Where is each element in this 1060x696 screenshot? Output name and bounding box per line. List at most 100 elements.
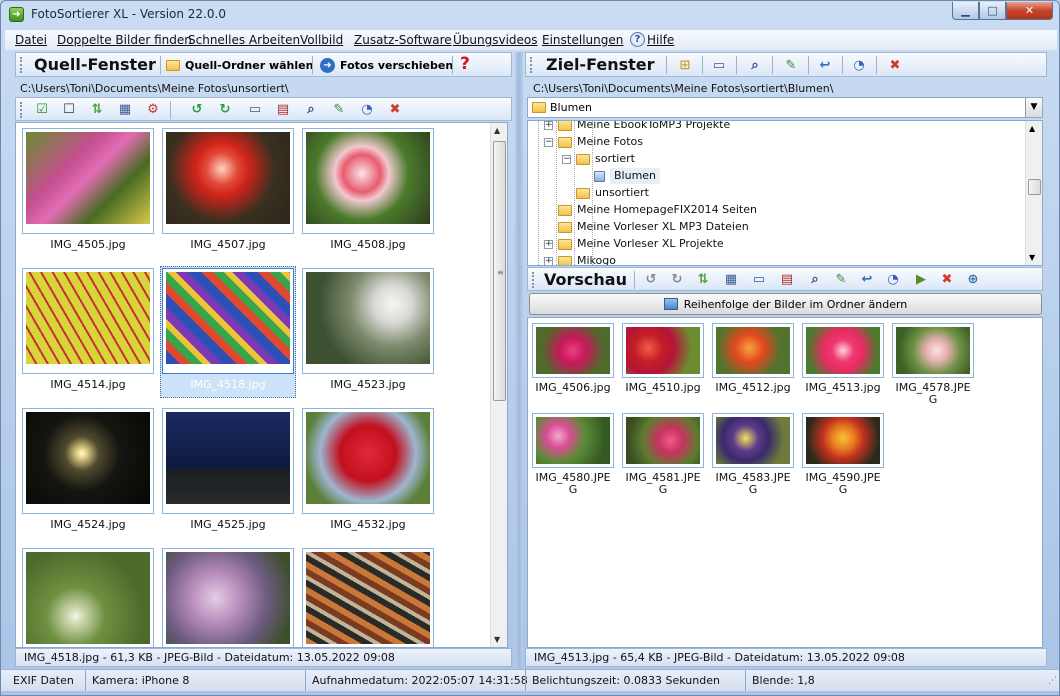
pane-splitter[interactable] (515, 52, 523, 668)
slideshow-icon[interactable]: ▶ (910, 269, 932, 289)
source-thumbnail[interactable] (22, 268, 154, 374)
back-arrow-icon[interactable]: ↩ (856, 269, 878, 289)
source-thumbnail[interactable] (162, 548, 294, 647)
tree-item-label[interactable]: unsortiert (595, 185, 649, 201)
collapse-icon[interactable]: − (562, 155, 571, 164)
refresh-icon[interactable]: ◔ (356, 99, 378, 119)
tree-item-label[interactable]: Meine Vorleser XL MP3 Dateien (577, 219, 749, 235)
preview-thumbnail[interactable] (622, 323, 704, 378)
sort-icon[interactable]: ⇅ (692, 269, 714, 289)
tree-item-label[interactable]: Meine EbookToMP3 Projekte (577, 121, 730, 133)
select-all-icon[interactable]: ☑ (31, 99, 53, 119)
preview-thumbnail[interactable] (802, 323, 884, 378)
source-thumbnail-grid[interactable]: IMG_4505.jpg IMG_4507.jpg IMG_4508.jpg IMG_… (15, 122, 508, 648)
delete-folder-icon[interactable]: ✖ (884, 55, 906, 75)
preview-thumbnail[interactable] (892, 323, 974, 378)
source-thumbnail[interactable] (162, 268, 294, 374)
reorder-images-button[interactable]: Reihenfolge der Bilder im Ordner ändern (529, 293, 1042, 315)
scroll-up-icon[interactable]: ▲ (1029, 124, 1035, 133)
folder-tree[interactable]: + Meine EbookToMP3 Projekte − Meine Fotos − s… (527, 120, 1043, 266)
menu-doppelte-bilder[interactable]: Doppelte Bilder finden (57, 33, 192, 47)
menu-zusatz-software[interactable]: Zusatz-Software (354, 33, 452, 47)
sort-icon[interactable]: ⇅ (86, 99, 108, 119)
source-thumbnail[interactable] (302, 548, 434, 647)
rotate-left-icon[interactable]: ↺ (640, 269, 662, 289)
chevron-down-icon[interactable]: ▼ (1025, 98, 1042, 117)
scroll-down-icon[interactable]: ▼ (1029, 253, 1035, 262)
properties-icon[interactable]: ▤ (272, 99, 294, 119)
search-folder-icon[interactable]: ⌕ (744, 55, 766, 75)
preview-thumbnail[interactable] (532, 323, 614, 378)
source-thumbnail[interactable] (162, 408, 294, 514)
rename-folder-icon[interactable]: ▭ (708, 55, 730, 75)
search-icon[interactable]: ⌕ (300, 99, 322, 119)
menu-schnelles-arbeiten[interactable]: Schnelles Arbeiten (188, 33, 300, 47)
scroll-thumb[interactable]: ≡ (493, 141, 506, 401)
back-arrow-icon[interactable]: ↩ (814, 55, 836, 75)
rename-icon[interactable]: ▭ (748, 269, 770, 289)
source-thumbnail[interactable] (302, 408, 434, 514)
new-folder-icon[interactable]: ⊞ (674, 55, 696, 75)
maximize-button[interactable]: □ (979, 2, 1006, 20)
source-thumbnail[interactable] (302, 128, 434, 234)
edit-image-icon[interactable]: ✎ (830, 269, 852, 289)
refresh-icon[interactable]: ◔ (882, 269, 904, 289)
menu-hilfe[interactable]: Hilfe (647, 33, 674, 47)
expand-icon[interactable]: + (544, 257, 553, 265)
scroll-down-icon[interactable]: ▼ (494, 635, 500, 644)
rotate-right-icon[interactable]: ↻ (666, 269, 688, 289)
delete-icon[interactable]: ✖ (936, 269, 958, 289)
refresh-folder-icon[interactable]: ◔ (848, 55, 870, 75)
source-thumbnail[interactable] (22, 408, 154, 514)
source-scrollbar[interactable]: ▲ ≡ ▼ (490, 123, 507, 647)
preview-thumbnail-grid[interactable]: IMG_4506.jpg IMG_4510.jpg IMG_4512.jpg IMG_… (527, 317, 1043, 648)
preview-thumbnail[interactable] (802, 413, 884, 468)
scroll-thumb[interactable] (1028, 179, 1041, 195)
choose-source-folder-button[interactable]: Quell-Ordner wählen (166, 56, 313, 74)
preview-thumbnail[interactable] (712, 413, 794, 468)
deselect-all-icon[interactable]: ☐ (58, 99, 80, 119)
grid-view-icon[interactable]: ▦ (114, 99, 136, 119)
tree-item-label[interactable]: Meine HomepageFIX2014 Seiten (577, 202, 757, 218)
tree-item-label[interactable]: Mikogo (577, 253, 616, 265)
folder-edit-icon[interactable]: ✎ (780, 55, 802, 75)
tree-item-label[interactable]: Blumen (610, 168, 661, 184)
move-photos-button[interactable]: ➜ Fotos verschieben (320, 56, 453, 74)
scroll-up-icon[interactable]: ▲ (494, 126, 500, 135)
source-thumbnail[interactable] (302, 268, 434, 374)
source-thumbnail[interactable] (22, 128, 154, 234)
tree-item-label[interactable]: sortiert (595, 151, 635, 167)
menu-datei[interactable]: Datei (15, 33, 47, 47)
rotate-left-icon[interactable]: ↺ (186, 99, 208, 119)
menu-uebungsvideos[interactable]: Übungsvideos (453, 33, 538, 47)
menu-vollbild[interactable]: Vollbild (300, 33, 343, 47)
tree-item-label[interactable]: Meine Fotos (577, 134, 643, 150)
grid-view-icon[interactable]: ▦ (720, 269, 742, 289)
expand-icon[interactable]: + (544, 121, 553, 130)
source-thumbnail[interactable] (22, 548, 154, 647)
preview-thumbnail[interactable] (532, 413, 614, 468)
menu-einstellungen[interactable]: Einstellungen (542, 33, 623, 47)
collapse-icon[interactable]: − (544, 138, 553, 147)
tree-scrollbar[interactable]: ▲ ▼ (1025, 121, 1042, 265)
preview-thumbnail[interactable] (712, 323, 794, 378)
target-folder-combobox[interactable]: Blumen ▼ (527, 97, 1043, 118)
delete-icon[interactable]: ✖ (384, 99, 406, 119)
source-thumbnail[interactable] (162, 128, 294, 234)
resize-grip[interactable]: ⋰ (1048, 676, 1057, 686)
rename-icon[interactable]: ▭ (244, 99, 266, 119)
help-icon[interactable]: ? (630, 32, 645, 47)
title-bar[interactable]: ➜ FotoSortierer XL - Version 22.0.0 ▁ □ … (1, 1, 1060, 29)
expand-icon[interactable]: + (544, 240, 553, 249)
close-window-button[interactable]: ✕ (1006, 2, 1053, 20)
settings-gear-icon[interactable]: ⚙ (142, 99, 164, 119)
preview-thumbnail[interactable] (622, 413, 704, 468)
properties-icon[interactable]: ▤ (776, 269, 798, 289)
search-icon[interactable]: ⌕ (804, 269, 826, 289)
help-question-icon[interactable]: ? (460, 54, 470, 74)
rotate-right-icon[interactable]: ↻ (214, 99, 236, 119)
zoom-icon[interactable]: ⊕ (962, 269, 984, 289)
edit-image-icon[interactable]: ✎ (328, 99, 350, 119)
minimize-button[interactable]: ▁ (952, 2, 979, 20)
tree-item-label[interactable]: Meine Vorleser XL Projekte (577, 236, 724, 252)
